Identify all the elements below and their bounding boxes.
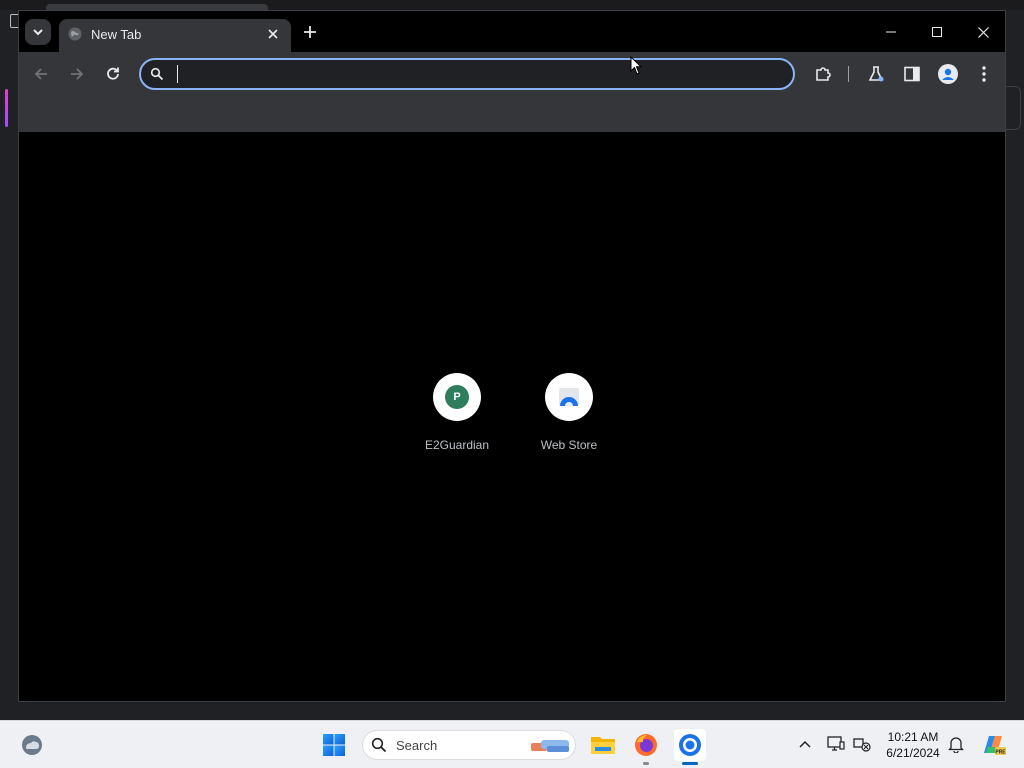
mouse-cursor-icon xyxy=(630,56,642,75)
taskbar-search-box[interactable]: Search xyxy=(362,730,576,760)
desktop-background-strip xyxy=(0,0,1024,10)
letter-p-icon: P xyxy=(445,385,469,409)
shortcut-e2guardian[interactable]: P E2Guardian xyxy=(412,373,502,463)
file-explorer-icon xyxy=(591,737,615,754)
menu-button[interactable] xyxy=(970,60,998,88)
minimize-icon xyxy=(886,31,896,33)
web-store-icon xyxy=(559,388,579,406)
reload-icon xyxy=(107,67,119,80)
close-icon xyxy=(977,26,989,38)
back-icon xyxy=(34,68,47,80)
new-tab-button[interactable] xyxy=(299,21,321,43)
taskbar-clock[interactable]: 10:21 AM 6/21/2024 xyxy=(880,729,946,761)
profile-button[interactable] xyxy=(934,60,962,88)
tab-title: New Tab xyxy=(91,27,142,42)
toolbar-separator xyxy=(848,66,849,82)
bookmarks-bar xyxy=(19,97,1005,133)
network-icon xyxy=(853,738,871,752)
firefox-icon xyxy=(635,734,657,756)
search-icon xyxy=(371,737,387,753)
shortcut-web-store[interactable]: Web Store xyxy=(524,373,614,463)
search-box-label: Search xyxy=(396,738,438,753)
chevron-up-icon xyxy=(799,740,811,748)
shortcut-icon-circle: P xyxy=(433,373,481,421)
new-tab-page: P E2Guardian Web Store xyxy=(19,132,1005,701)
shortcut-label: Web Store xyxy=(540,438,598,452)
minimize-button[interactable] xyxy=(871,19,911,45)
plus-icon xyxy=(304,26,316,38)
tab-strip: New Tab xyxy=(19,11,1005,52)
windows-start-icon[interactable] xyxy=(322,733,346,757)
chrome-active-indicator xyxy=(682,762,698,765)
tray-overflow-button[interactable] xyxy=(796,735,814,753)
clock-time: 10:21 AM xyxy=(887,730,939,744)
chrome-icon xyxy=(679,734,701,756)
tab-search-button[interactable] xyxy=(25,19,51,45)
tray-display[interactable] xyxy=(827,735,845,753)
globe-icon xyxy=(68,27,82,41)
clock-date: 6/21/2024 xyxy=(886,746,940,760)
search-highlight-art-icon xyxy=(531,740,569,752)
search-icon xyxy=(150,67,164,81)
side-panel-icon xyxy=(904,66,920,82)
shortcut-label: E2Guardian xyxy=(424,438,490,452)
tab-search-icon xyxy=(33,29,43,36)
tab-new-tab[interactable]: New Tab xyxy=(59,19,291,52)
notifications-button[interactable] xyxy=(947,735,965,753)
menu-icon xyxy=(982,66,986,82)
address-input[interactable] xyxy=(175,63,775,85)
taskbar-firefox[interactable] xyxy=(630,729,662,761)
browser-toolbar xyxy=(19,52,1005,97)
address-bar[interactable] xyxy=(139,58,795,90)
close-window-button[interactable] xyxy=(963,19,1003,45)
maximize-icon xyxy=(932,27,942,37)
labs-icon xyxy=(868,66,884,82)
svg-text:PRE: PRE xyxy=(995,750,1006,756)
text-caret xyxy=(177,65,178,83)
taskbar: Search 10:21 AM 6/21/2024 PRE xyxy=(0,720,1024,768)
back-button[interactable] xyxy=(27,60,55,88)
labs-button[interactable] xyxy=(862,60,890,88)
close-icon xyxy=(268,29,278,39)
copilot-icon[interactable]: PRE xyxy=(980,733,1006,757)
shortcut-icon-circle xyxy=(545,373,593,421)
forward-button[interactable] xyxy=(63,60,91,88)
profile-icon xyxy=(938,64,958,84)
extensions-button[interactable] xyxy=(809,60,837,88)
maximize-button[interactable] xyxy=(917,19,957,45)
tab-close-button[interactable] xyxy=(264,25,282,43)
forward-icon xyxy=(71,68,84,80)
reload-button[interactable] xyxy=(99,60,127,88)
tray-network[interactable] xyxy=(853,735,871,753)
display-icon xyxy=(827,736,845,751)
browser-window: New Tab P E2Guardian Web Store xyxy=(18,10,1006,702)
firefox-running-indicator xyxy=(643,762,649,765)
weather-icon[interactable] xyxy=(20,733,44,757)
taskbar-chrome[interactable] xyxy=(674,729,706,761)
taskbar-file-explorer[interactable] xyxy=(587,729,619,761)
background-window-edge-right xyxy=(1006,86,1021,130)
side-panel-button[interactable] xyxy=(898,60,926,88)
bell-icon xyxy=(948,736,964,753)
background-window-accent xyxy=(5,89,8,127)
extensions-icon xyxy=(816,67,831,81)
